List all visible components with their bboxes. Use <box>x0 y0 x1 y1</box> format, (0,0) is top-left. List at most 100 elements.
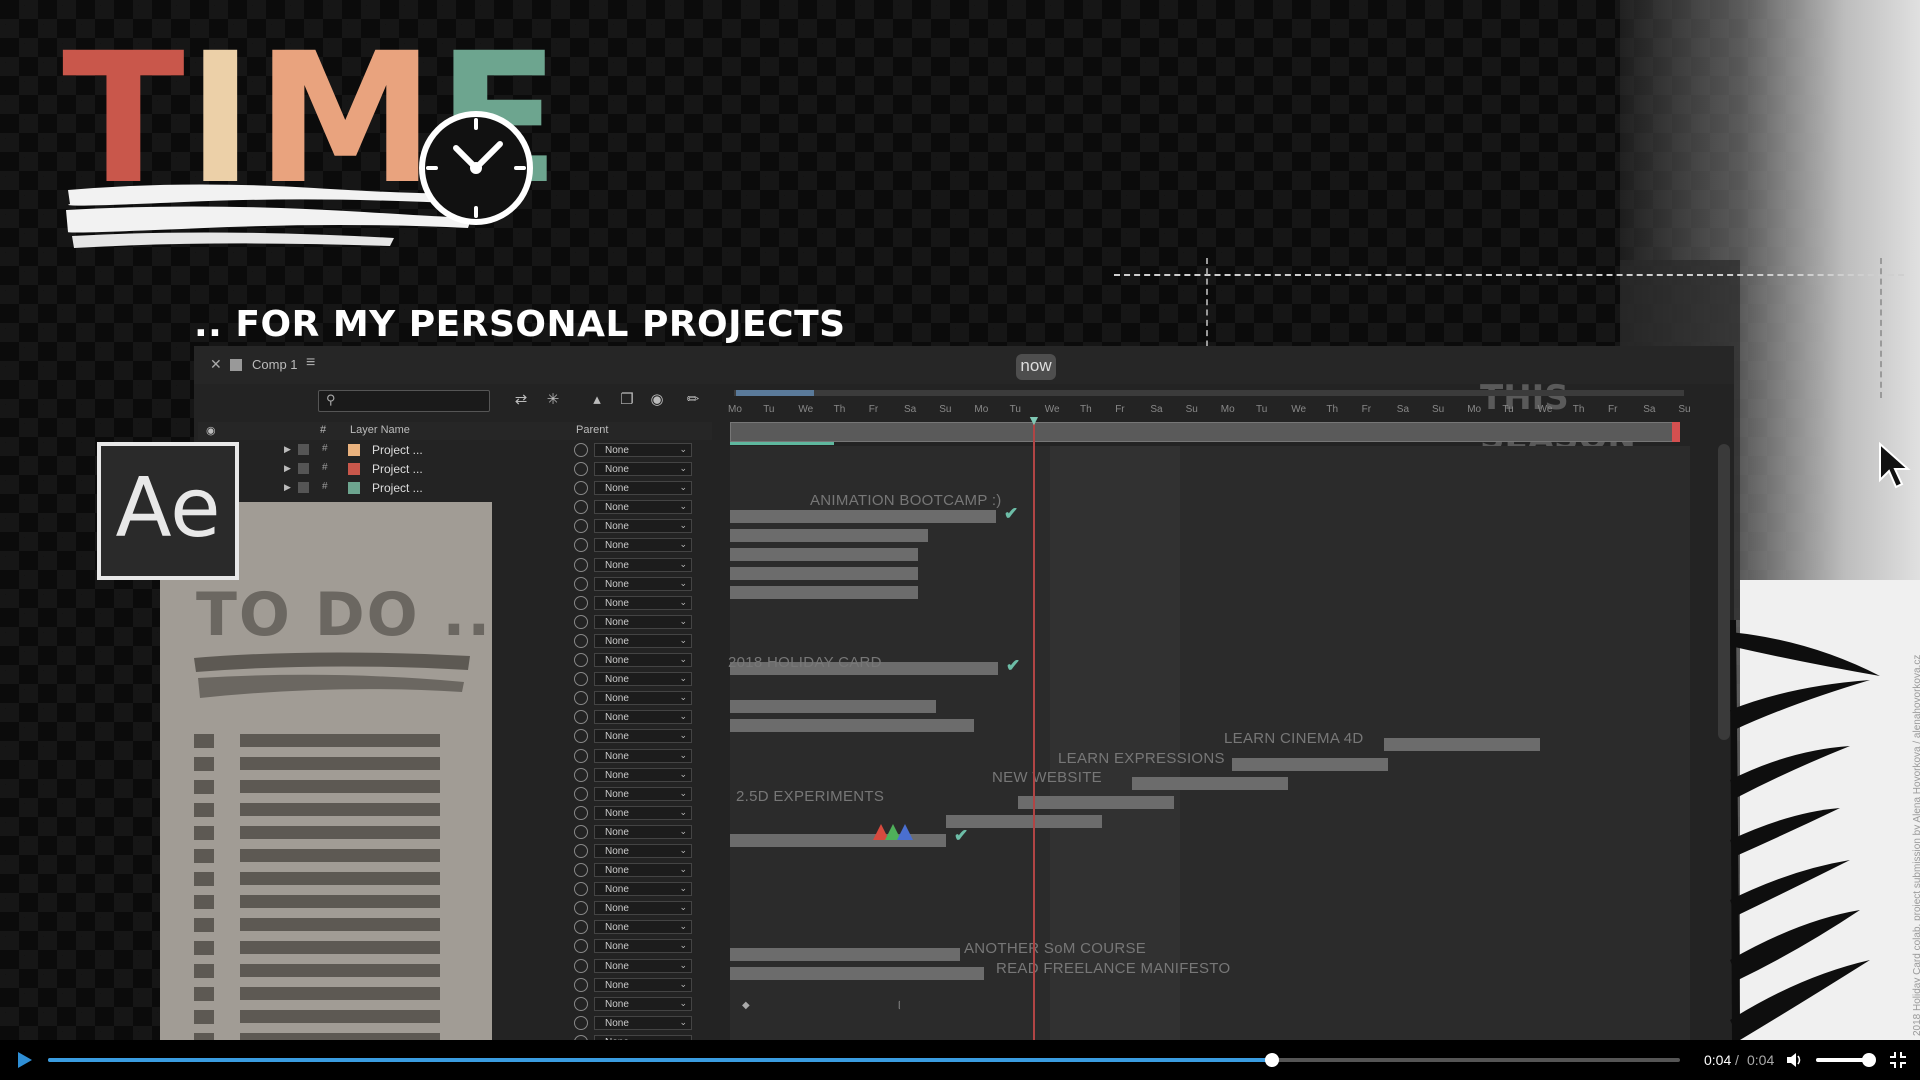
pick-whip-icon[interactable] <box>574 443 588 457</box>
layer-name[interactable]: Project ... <box>372 481 423 495</box>
play-icon[interactable] <box>14 1050 34 1070</box>
graph-editor-icon[interactable]: ✏ <box>684 390 702 408</box>
parent-select[interactable]: None⌄ <box>594 996 692 1011</box>
project-bar[interactable] <box>730 567 918 580</box>
parent-select[interactable]: None⌄ <box>594 614 692 629</box>
layer-search-input[interactable] <box>318 390 490 412</box>
project-bar[interactable] <box>730 510 996 523</box>
project-bar[interactable] <box>730 967 984 980</box>
pick-whip-icon[interactable] <box>574 519 588 534</box>
pick-whip-icon[interactable] <box>574 767 588 782</box>
pick-whip-icon[interactable] <box>574 672 588 687</box>
expand-arrow-icon[interactable]: ▶ <box>284 444 291 455</box>
project-bar[interactable] <box>730 948 960 961</box>
layer-name[interactable]: Project ... <box>372 443 423 457</box>
layer-label-box[interactable] <box>298 482 309 494</box>
parent-select[interactable]: None⌄ <box>594 1015 692 1030</box>
pick-whip-icon[interactable] <box>574 691 588 706</box>
parent-select[interactable]: None⌄ <box>594 481 692 496</box>
parent-select[interactable]: None⌄ <box>594 786 692 801</box>
pick-whip-icon[interactable] <box>574 576 588 591</box>
layer-label-box[interactable] <box>298 463 309 475</box>
pick-whip-icon[interactable] <box>574 824 588 839</box>
comp-tab[interactable]: Comp 1 <box>252 357 298 372</box>
project-bar[interactable] <box>730 834 946 847</box>
close-icon[interactable]: ✕ <box>210 356 222 373</box>
layer-name[interactable]: Project ... <box>372 462 423 476</box>
parent-select[interactable]: None⌄ <box>594 633 692 648</box>
pick-whip-icon[interactable] <box>574 557 588 572</box>
pick-whip-icon[interactable] <box>574 1015 588 1030</box>
parent-select[interactable]: None⌄ <box>594 901 692 916</box>
parent-select[interactable]: None⌄ <box>594 576 692 591</box>
pick-whip-icon[interactable] <box>574 843 588 858</box>
parent-select[interactable]: None⌄ <box>594 748 692 763</box>
pick-whip-icon[interactable] <box>574 882 588 897</box>
shy-layers-icon[interactable]: ▴ <box>588 390 606 408</box>
parent-select[interactable]: None⌄ <box>594 519 692 534</box>
volume-handle[interactable] <box>1862 1053 1876 1067</box>
seek-bar[interactable] <box>48 1053 1680 1067</box>
time-ruler[interactable]: Mo Tu We Th Fr Sa Su Mo Tu We Th Fr Sa Su Mo Tu We Th Fr Sa… <box>728 404 1691 420</box>
pick-whip-icon[interactable] <box>574 653 588 668</box>
pick-whip-icon[interactable] <box>574 595 588 610</box>
time-navigator-handle[interactable] <box>736 390 814 396</box>
project-bar[interactable] <box>946 815 1102 828</box>
exit-fullscreen-icon[interactable] <box>1888 1050 1908 1070</box>
parent-select[interactable]: None⌄ <box>594 595 692 610</box>
layer-color-label[interactable] <box>348 482 360 495</box>
layer-color-label[interactable] <box>348 463 360 476</box>
parent-select[interactable]: None⌄ <box>594 710 692 725</box>
comp-flowchart-icon[interactable]: ⇄ <box>512 390 530 408</box>
pick-whip-icon[interactable] <box>574 786 588 801</box>
frame-blending-icon[interactable]: ❐ <box>618 390 636 408</box>
pick-whip-icon[interactable] <box>574 633 588 648</box>
vertical-scrollbar[interactable] <box>1718 444 1730 740</box>
keyframe-end-icon[interactable]: ⧙ <box>898 998 901 1013</box>
layer-name-column[interactable]: Layer Name <box>350 424 410 436</box>
project-bar[interactable] <box>1018 796 1174 809</box>
pick-whip-icon[interactable] <box>574 748 588 763</box>
layer-row[interactable]: ▶ # Project ... None ⌄ <box>198 441 712 460</box>
pick-whip-icon[interactable] <box>574 462 588 477</box>
pick-whip-icon[interactable] <box>574 500 588 515</box>
project-bar[interactable] <box>730 586 918 599</box>
pick-whip-icon[interactable] <box>574 996 588 1011</box>
parent-select[interactable]: None⌄ <box>594 882 692 897</box>
parent-select[interactable]: None⌄ <box>594 939 692 954</box>
time-navigator[interactable] <box>734 390 1684 396</box>
pick-whip-icon[interactable] <box>574 939 588 954</box>
parent-select[interactable]: None⌄ <box>594 653 692 668</box>
project-bar[interactable] <box>1132 777 1288 790</box>
parent-select[interactable]: None⌄ <box>594 920 692 935</box>
expand-arrow-icon[interactable]: ▶ <box>284 482 291 493</box>
parent-select[interactable]: None⌄ <box>594 672 692 687</box>
parent-select[interactable]: None⌄ <box>594 843 692 858</box>
pick-whip-icon[interactable] <box>574 538 588 553</box>
project-bar[interactable] <box>730 719 974 732</box>
pick-whip-icon[interactable] <box>574 710 588 725</box>
project-bar[interactable] <box>730 548 918 561</box>
pick-whip-icon[interactable] <box>574 920 588 935</box>
pick-whip-icon[interactable] <box>574 977 588 992</box>
draft-3d-icon[interactable]: ✳ <box>544 390 562 408</box>
expand-arrow-icon[interactable]: ▶ <box>284 463 291 474</box>
parent-select[interactable]: None⌄ <box>594 500 692 515</box>
pick-whip-icon[interactable] <box>574 614 588 629</box>
pick-whip-icon[interactable] <box>574 863 588 878</box>
playhead-icon[interactable]: ▼ <box>1027 412 1041 428</box>
keyframe-icon[interactable]: ◆ <box>742 1000 750 1011</box>
pick-whip-icon[interactable] <box>574 958 588 973</box>
parent-select[interactable]: None⌄ <box>594 462 692 477</box>
parent-select[interactable]: None⌄ <box>594 958 692 973</box>
layer-row[interactable]: ▶ # Project ... None ⌄ <box>198 479 712 498</box>
parent-select[interactable]: None⌄ <box>594 767 692 782</box>
pick-whip-icon[interactable] <box>574 729 588 744</box>
parent-select[interactable]: None⌄ <box>594 977 692 992</box>
project-bar[interactable] <box>1232 758 1388 771</box>
volume-icon[interactable] <box>1785 1050 1805 1070</box>
work-area-bar[interactable] <box>730 422 1674 442</box>
motion-blur-icon[interactable]: ◉ <box>648 390 666 408</box>
pick-whip-icon[interactable] <box>574 481 588 496</box>
parent-select[interactable]: None⌄ <box>594 557 692 572</box>
